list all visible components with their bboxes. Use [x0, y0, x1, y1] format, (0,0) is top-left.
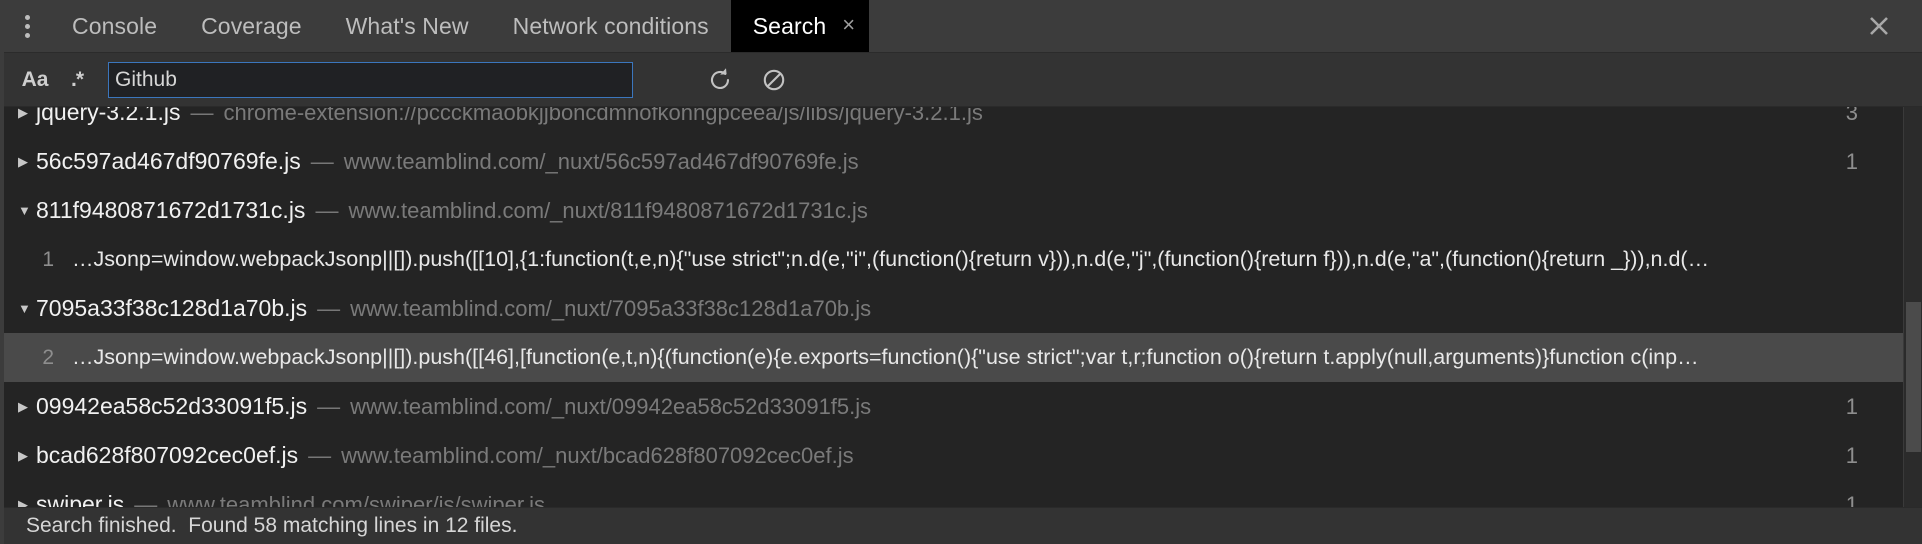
- dot: [25, 33, 30, 38]
- refresh-icon: [707, 67, 733, 93]
- search-result-file-row[interactable]: ▶ 09942ea58c52d33091f5.js — www.teamblin…: [4, 382, 1922, 431]
- file-url: chrome-extension://pccckmaobkjjboncdmnof…: [223, 107, 982, 126]
- file-url: www.teamblind.com/_nuxt/09942ea58c52d330…: [350, 394, 871, 420]
- chevron-right-icon[interactable]: ▶: [18, 155, 36, 168]
- chevron-right-icon[interactable]: ▶: [18, 498, 36, 507]
- match-count: 1: [1846, 394, 1858, 420]
- file-url: www.teamblind.com/_nuxt/7095a33f38c128d1…: [350, 296, 871, 322]
- clear-icon: [761, 67, 787, 93]
- separator-dash: —: [190, 107, 213, 126]
- match-case-toggle[interactable]: Aa: [14, 60, 56, 100]
- tab-coverage[interactable]: Coverage: [179, 0, 324, 52]
- tab-label: Search: [753, 13, 826, 40]
- chevron-down-icon[interactable]: ▼: [18, 302, 36, 315]
- search-result-match-row[interactable]: 2 …Jsonp=window.webpackJsonp||[]).push([…: [4, 333, 1922, 382]
- file-name: 09942ea58c52d33091f5.js: [36, 393, 307, 420]
- file-url: www.teamblind.com/swiper/js/swiper.js: [167, 492, 545, 508]
- match-case-label: Aa: [22, 68, 49, 92]
- file-url: www.teamblind.com/_nuxt/bcad628f807092ce…: [341, 443, 853, 469]
- file-url: www.teamblind.com/_nuxt/56c597ad467df907…: [344, 149, 859, 175]
- separator-dash: —: [311, 148, 334, 175]
- match-text: …Jsonp=window.webpackJsonp||[]).push([[4…: [72, 345, 1699, 370]
- tab-network-conditions[interactable]: Network conditions: [491, 0, 731, 52]
- results-scrollbar[interactable]: [1903, 107, 1922, 507]
- file-name: 7095a33f38c128d1a70b.js: [36, 295, 307, 322]
- file-url: www.teamblind.com/_nuxt/811f9480871672d1…: [348, 198, 867, 224]
- more-tabs-dots: [25, 15, 30, 38]
- file-name: 56c597ad467df90769fe.js: [36, 148, 301, 175]
- tab-search[interactable]: Search ×: [731, 0, 869, 52]
- line-number: 2: [24, 346, 54, 370]
- tab-label: What's New: [346, 13, 469, 40]
- dot: [25, 24, 30, 29]
- file-name: bcad628f807092cec0ef.js: [36, 442, 298, 469]
- match-count: 1: [1846, 492, 1858, 508]
- search-results-inner: ▶ jquery-3.2.1.js — chrome-extension://p…: [4, 107, 1922, 507]
- search-results-list[interactable]: ▶ jquery-3.2.1.js — chrome-extension://p…: [4, 107, 1922, 507]
- separator-dash: —: [317, 295, 340, 322]
- tab-console[interactable]: Console: [50, 0, 179, 52]
- chevron-right-icon[interactable]: ▶: [18, 107, 36, 119]
- file-name: jquery-3.2.1.js: [36, 107, 180, 126]
- close-icon[interactable]: ×: [842, 14, 855, 36]
- devtools-search-panel: Console Coverage What's New Network cond…: [0, 0, 1922, 544]
- regex-toggle[interactable]: .*: [56, 60, 98, 100]
- chevron-right-icon[interactable]: ▶: [18, 449, 36, 462]
- devtools-tab-bar: Console Coverage What's New Network cond…: [4, 0, 1922, 53]
- tab-label: Coverage: [201, 13, 302, 40]
- separator-dash: —: [315, 197, 338, 224]
- match-count: 3: [1846, 107, 1858, 126]
- more-vertical-icon[interactable]: [4, 0, 50, 52]
- scrollbar-thumb[interactable]: [1906, 302, 1921, 452]
- search-result-match-row[interactable]: 1 …Jsonp=window.webpackJsonp||[]).push([…: [4, 235, 1922, 284]
- chevron-right-icon[interactable]: ▶: [18, 400, 36, 413]
- search-result-file-row[interactable]: ▶ swiper.js — www.teamblind.com/swiper/j…: [4, 480, 1922, 507]
- close-icon: [1868, 15, 1890, 37]
- separator-dash: —: [134, 491, 157, 507]
- search-result-file-row[interactable]: ▶ jquery-3.2.1.js — chrome-extension://p…: [4, 107, 1922, 137]
- search-result-file-row[interactable]: ▶ bcad628f807092cec0ef.js — www.teamblin…: [4, 431, 1922, 480]
- dot: [25, 15, 30, 20]
- separator-dash: —: [308, 442, 331, 469]
- search-result-file-row[interactable]: ▶ 56c597ad467df90769fe.js — www.teamblin…: [4, 137, 1922, 186]
- search-input[interactable]: [115, 68, 626, 92]
- search-result-file-row[interactable]: ▼ 811f9480871672d1731c.js — www.teamblin…: [4, 186, 1922, 235]
- search-result-file-row[interactable]: ▼ 7095a33f38c128d1a70b.js — www.teamblin…: [4, 284, 1922, 333]
- regex-label: .*: [71, 68, 83, 92]
- clear-search-button[interactable]: [752, 60, 796, 100]
- tab-label: Network conditions: [513, 13, 709, 40]
- separator-dash: —: [317, 393, 340, 420]
- search-field-wrapper[interactable]: [108, 62, 633, 98]
- close-panel-button[interactable]: [1856, 0, 1902, 52]
- chevron-down-icon[interactable]: ▼: [18, 204, 36, 217]
- match-text: …Jsonp=window.webpackJsonp||[]).push([[1…: [72, 247, 1709, 272]
- search-toolbar: Aa .*: [4, 53, 1922, 107]
- status-bar: Search finished. Found 58 matching lines…: [4, 507, 1922, 544]
- match-count: 1: [1846, 149, 1858, 175]
- tab-label: Console: [72, 13, 157, 40]
- tab-whats-new[interactable]: What's New: [324, 0, 491, 52]
- match-count: 1: [1846, 443, 1858, 469]
- status-text: Search finished. Found 58 matching lines…: [26, 514, 517, 538]
- line-number: 1: [24, 248, 54, 272]
- tab-list: Console Coverage What's New Network cond…: [50, 0, 869, 52]
- file-name: 811f9480871672d1731c.js: [36, 197, 305, 224]
- file-name: swiper.js: [36, 491, 124, 507]
- refresh-search-button[interactable]: [698, 60, 742, 100]
